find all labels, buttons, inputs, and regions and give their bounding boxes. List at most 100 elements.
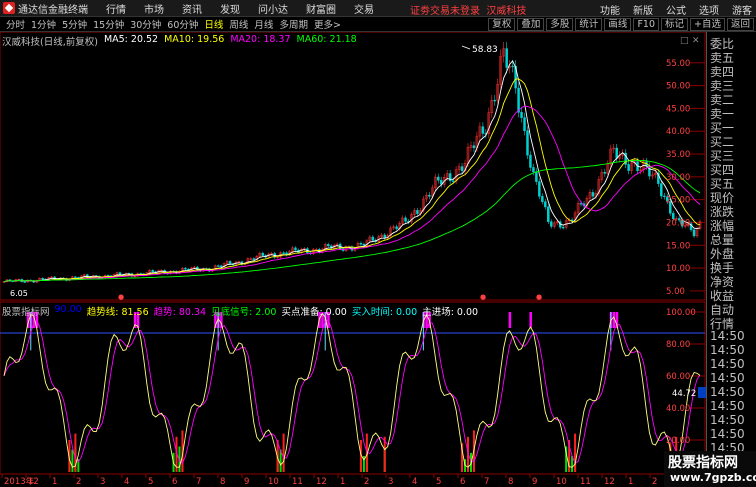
time-label: 11 xyxy=(292,477,303,487)
menu-news[interactable]: 资讯 xyxy=(182,1,202,16)
price-grid xyxy=(690,62,705,292)
menu-trade[interactable]: 交易 xyxy=(354,1,374,16)
candle-body xyxy=(541,196,544,202)
candle-body xyxy=(615,147,618,159)
buy-signal-bar xyxy=(282,433,285,472)
login-alert[interactable]: 证劵交易未登录 汉威科技 xyxy=(410,2,526,17)
time-axis: 2013年12 1 2 3 4 5 6 7 8 9 10 11 12 1 2 3 4 5 6 7 8 9 10 11 12 1 2 xyxy=(0,473,705,487)
menu-function[interactable]: 功能 xyxy=(600,2,620,17)
chart-toolbar-buttons: 复权 叠加 多股 统计 画线 F10 标记 +自选 返回 xyxy=(486,18,754,31)
period-tab[interactable]: 分时 xyxy=(6,17,25,31)
menu-options[interactable]: 选项 xyxy=(699,2,719,17)
panel-minimize-icon[interactable]: □ xyxy=(680,36,689,46)
watermark-url: www.7gpzb.com xyxy=(670,471,756,484)
watermark-title: 股票指标网 xyxy=(668,455,738,471)
candle-body xyxy=(437,176,440,181)
price-tick-label: 35.00 xyxy=(666,150,690,160)
adjust-button[interactable]: 复权 xyxy=(488,18,516,31)
candle-body xyxy=(294,247,297,251)
multi-stock-button[interactable]: 多股 xyxy=(546,18,574,31)
main-menu: 行情 市场 资讯 发现 问小达 财富圈 交易 xyxy=(106,1,392,16)
period-tab[interactable]: 15分钟 xyxy=(93,17,124,31)
candle-body xyxy=(151,270,154,272)
candle-body xyxy=(538,181,541,197)
low-price-label: 6.05 xyxy=(10,289,28,298)
menu-formula[interactable]: 公式 xyxy=(666,2,686,17)
side-panel-item: 14:50 xyxy=(710,329,745,343)
candle-body xyxy=(529,154,532,168)
period-tab[interactable]: 周线 xyxy=(229,17,248,31)
indicator-header: 股票指标网 90.00 趋势线: 81.56 趋势: 80.34 见底信号: 2… xyxy=(2,304,483,318)
price-tick-label: 15.00 xyxy=(666,241,690,251)
indicator-tick-label: 40.00 xyxy=(666,404,690,414)
indicator-name[interactable]: 股票指标网 xyxy=(2,304,50,318)
time-label: 10 xyxy=(268,477,279,487)
kline-chart[interactable]: 55.0050.0045.0040.0035.0030.0025.0020.00… xyxy=(0,32,706,487)
candle-body xyxy=(692,229,696,237)
time-label: 7 xyxy=(196,477,201,487)
signal-marker: ● xyxy=(118,293,124,301)
indicator-value: 90.00 xyxy=(54,304,82,315)
candle-body xyxy=(481,126,485,134)
candle-body xyxy=(603,172,607,174)
candle-body xyxy=(505,48,508,68)
period-tab[interactable]: 5分钟 xyxy=(62,17,87,31)
overlay-button[interactable]: 叠加 xyxy=(517,18,545,31)
period-tab[interactable]: 多周期 xyxy=(279,17,308,31)
period-tab[interactable]: 月线 xyxy=(254,17,273,31)
menu-ask[interactable]: 问小达 xyxy=(258,1,288,16)
mark-button[interactable]: 标记 xyxy=(661,18,689,31)
candle-body xyxy=(282,252,285,254)
candle-body xyxy=(535,171,538,182)
back-button[interactable]: 返回 xyxy=(726,18,754,31)
menu-wealth[interactable]: 财富圈 xyxy=(306,1,336,16)
menu-new-version[interactable]: 新版 xyxy=(633,2,653,17)
indicator-value: 见底信号: 2.00 xyxy=(211,307,277,318)
indicator-value: 趋势线: 81.56 xyxy=(86,307,149,318)
signal-marker: ● xyxy=(480,293,486,301)
period-tab-more[interactable]: 更多> xyxy=(314,17,341,31)
candle-body xyxy=(416,210,419,214)
menu-quotes[interactable]: 行情 xyxy=(106,1,126,16)
candle-body xyxy=(118,272,122,275)
period-tab[interactable]: 1分钟 xyxy=(31,17,56,31)
title-right-menu: 功能 新版 公式 选项 游客 xyxy=(587,2,752,17)
candle-body xyxy=(523,117,526,131)
time-label: 12 xyxy=(604,477,615,487)
add-watchlist-button[interactable]: +自选 xyxy=(690,18,725,31)
f10-button[interactable]: F10 xyxy=(633,18,659,31)
indicator-tick-label: 100.00 xyxy=(666,308,696,318)
indicator-tick-label: 80.00 xyxy=(666,340,690,350)
high-price-label: 58.83 xyxy=(472,45,498,55)
period-tab[interactable]: 30分钟 xyxy=(130,17,161,31)
title-bar: 通达信金融终端 行情 市场 资讯 发现 问小达 财富圈 交易 证劵交易未登录 汉… xyxy=(0,0,756,17)
panel-close-icon[interactable]: ✕ xyxy=(692,36,700,46)
time-label: 6 xyxy=(460,477,465,487)
stats-button[interactable]: 统计 xyxy=(575,18,603,31)
top-signal-bar xyxy=(508,312,512,328)
time-label: 5 xyxy=(436,477,441,487)
period-tab-daily[interactable]: 日线 xyxy=(204,17,223,31)
time-label: 7 xyxy=(484,477,489,487)
indicator-value: 主进场: 0.00 xyxy=(422,307,479,318)
time-label: 2 xyxy=(76,477,81,487)
time-label: 4 xyxy=(124,477,129,487)
candle-body xyxy=(451,180,455,182)
side-panel-item: 14:50 xyxy=(710,413,745,427)
menu-guest[interactable]: 游客 xyxy=(732,2,752,17)
indicator-lines xyxy=(3,312,701,468)
menu-market[interactable]: 市场 xyxy=(144,1,164,16)
menu-discover[interactable]: 发现 xyxy=(220,1,240,16)
candle-body xyxy=(544,201,547,208)
price-tick-label: 55.00 xyxy=(666,59,690,69)
time-label: 8 xyxy=(220,477,225,487)
candle-body xyxy=(511,65,514,68)
candle-body xyxy=(493,99,497,102)
candle-body xyxy=(460,166,464,172)
draw-button[interactable]: 画线 xyxy=(604,18,632,31)
ma60-value: MA60: 21.18 xyxy=(296,34,357,45)
candle-body xyxy=(404,217,407,222)
period-tab[interactable]: 60分钟 xyxy=(167,17,198,31)
price-tick-label: 50.00 xyxy=(666,82,690,92)
stock-name-title: 汉威科技 xyxy=(486,6,527,17)
